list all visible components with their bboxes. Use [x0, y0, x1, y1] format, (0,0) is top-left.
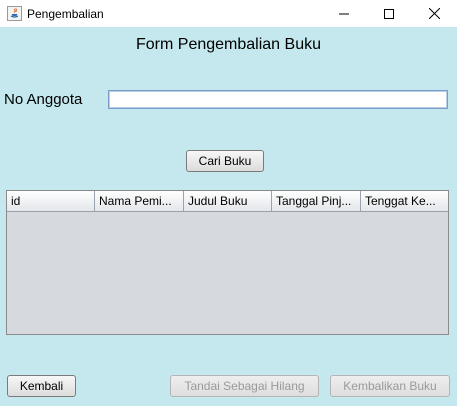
title-bar[interactable]: Pengembalian: [0, 0, 457, 27]
column-header-nama-peminjam[interactable]: Nama Pemi...: [95, 191, 184, 211]
close-button[interactable]: [411, 0, 457, 27]
kembalikan-buku-button[interactable]: Kembalikan Buku: [330, 375, 450, 397]
table-header: id Nama Pemi... Judul Buku Tanggal Pinj.…: [7, 191, 448, 212]
book-table[interactable]: id Nama Pemi... Judul Buku Tanggal Pinj.…: [6, 190, 449, 335]
cari-buku-button[interactable]: Cari Buku: [186, 150, 264, 172]
java-app-icon: [7, 6, 22, 21]
kembali-button[interactable]: Kembali: [7, 375, 76, 397]
column-header-id[interactable]: id: [7, 191, 95, 211]
maximize-button[interactable]: [366, 0, 412, 27]
form-title: Form Pengembalian Buku: [136, 36, 321, 53]
table-body[interactable]: [7, 212, 448, 334]
minimize-button[interactable]: [321, 0, 367, 27]
tandai-hilang-button[interactable]: Tandai Sebagai Hilang: [170, 375, 319, 397]
column-header-tenggat-kembali[interactable]: Tenggat Ke...: [361, 191, 448, 211]
column-header-tanggal-pinjam[interactable]: Tanggal Pinj...: [272, 191, 361, 211]
maximize-icon: [384, 8, 394, 19]
column-header-judul-buku[interactable]: Judul Buku: [184, 191, 272, 211]
app-window: Pengembalian Form Pengembalian Buku No A…: [0, 0, 457, 406]
window-title: Pengembalian: [27, 7, 104, 21]
close-icon: [428, 8, 440, 19]
no-anggota-label: No Anggota: [4, 91, 83, 108]
no-anggota-input[interactable]: [108, 90, 448, 109]
minimize-icon: [339, 13, 349, 14]
